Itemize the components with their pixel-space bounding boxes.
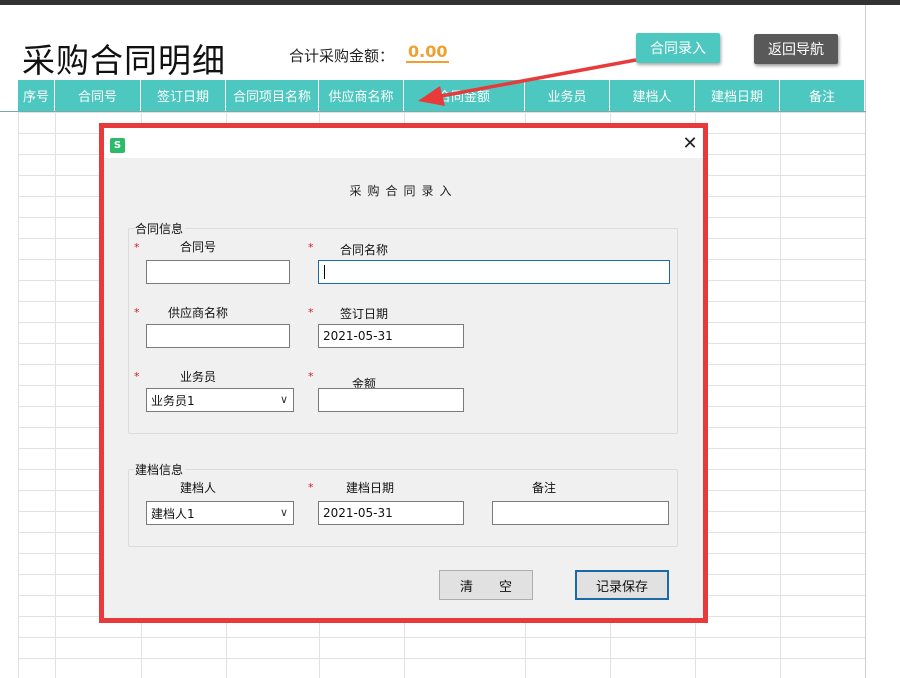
supplier-input[interactable] [146,324,290,348]
contract-entry-dialog: S ✕ 采购合同录入 合同信息 * 合同号 * 合同名称 * 供应商名称 * 签… [99,123,708,623]
chevron-down-icon: ∨ [279,393,288,406]
table-header: 序号 合同号 签订日期 合同项目名称 供应商名称 合同金额 业务员 建档人 建档… [18,80,865,111]
contract-name-label: 合同名称 [340,243,389,257]
salesman-selected: 业务员1 [151,393,195,408]
column-header[interactable]: 建档日期 [695,80,780,111]
column-header[interactable]: 供应商名称 [319,80,404,111]
archive-info-label: 建档信息 [135,461,186,478]
creator-select[interactable]: 建档人1 ∨ [146,501,294,525]
clear-button[interactable]: 清 空 [439,570,533,600]
required-mark: * [134,370,140,383]
required-mark: * [308,306,314,319]
sheet-edge [865,5,866,678]
column-header[interactable]: 备注 [780,80,865,111]
contract-entry-button[interactable]: 合同录入 [636,33,720,63]
amount-input[interactable] [318,388,464,412]
page-title: 采购合同明细 [22,41,226,80]
required-mark: * [134,241,140,254]
required-mark: * [308,241,314,254]
total-amount-value: 0.00 [406,42,450,63]
sign-date-label: 签订日期 [340,307,389,321]
contract-name-input[interactable] [318,260,670,284]
chevron-down-icon: ∨ [279,506,288,519]
create-date-label: 建档日期 [346,481,395,495]
creator-selected: 建档人1 [151,506,195,521]
app-icon: S [110,138,125,153]
top-bar [0,0,900,5]
supplier-label: 供应商名称 [168,306,229,320]
column-header[interactable]: 合同号 [55,80,141,111]
back-to-nav-button[interactable]: 返回导航 [754,34,838,64]
required-mark: * [134,306,140,319]
grid-line [780,112,781,678]
create-date-input[interactable] [318,501,464,525]
dialog-heading: 采购合同录入 [349,184,458,198]
column-header[interactable]: 签订日期 [141,80,226,111]
column-header[interactable]: 建档人 [610,80,695,111]
grid-line [55,112,56,678]
required-mark: * [308,481,314,494]
salesman-select[interactable]: 业务员1 ∨ [146,388,294,412]
save-record-button[interactable]: 记录保存 [575,570,669,600]
total-amount-label: 合计采购金额： [289,47,395,65]
creator-label: 建档人 [180,481,217,495]
dialog-titlebar: S ✕ [104,128,703,158]
contract-no-label: 合同号 [180,240,217,254]
grid-line [18,112,19,678]
contract-info-label: 合同信息 [135,220,186,237]
required-mark: * [308,370,314,383]
salesman-label: 业务员 [180,370,217,384]
column-header[interactable]: 合同项目名称 [226,80,319,111]
remark-label: 备注 [532,481,557,495]
column-header[interactable]: 业务员 [525,80,610,111]
column-header[interactable]: 序号 [18,80,55,111]
remark-input[interactable] [492,501,669,525]
sign-date-input[interactable] [318,324,464,348]
text-caret [324,265,325,279]
column-header[interactable]: 合同金额 [404,80,525,111]
contract-no-input[interactable] [146,260,290,284]
close-icon[interactable]: ✕ [682,135,698,153]
